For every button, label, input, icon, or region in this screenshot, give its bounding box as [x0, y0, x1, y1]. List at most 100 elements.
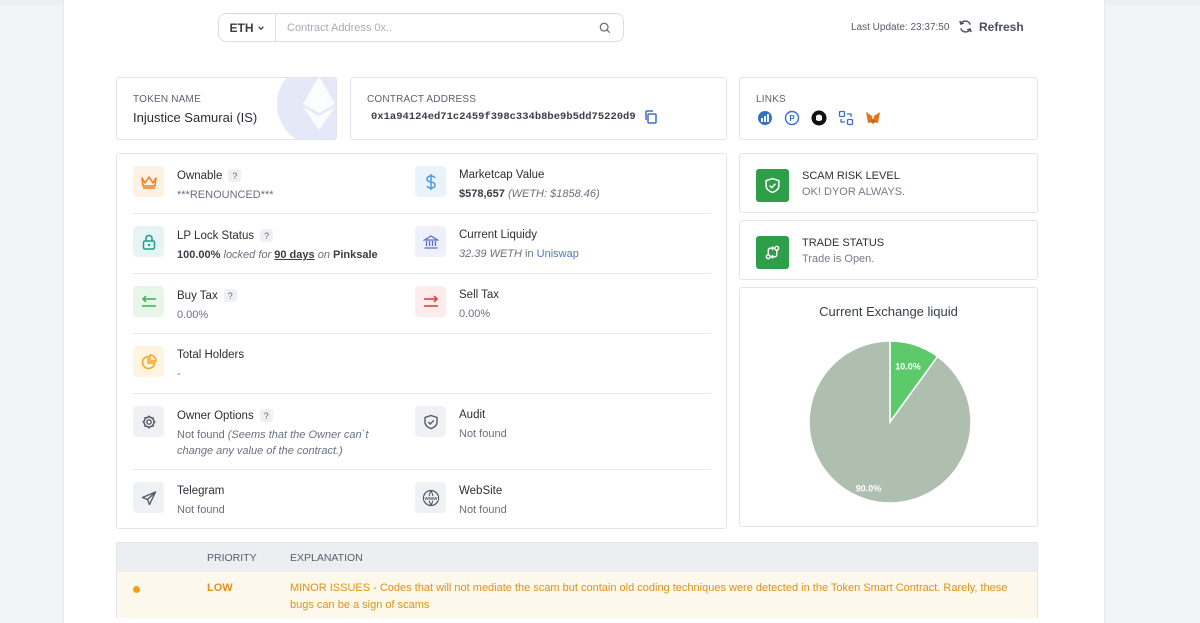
ownable-help-badge[interactable]: ? — [228, 169, 242, 182]
chain-selector[interactable]: ETH — [219, 14, 276, 41]
contract-search-input[interactable] — [276, 14, 587, 41]
priority-dot-icon — [133, 586, 140, 593]
search-bar: ETH — [218, 13, 624, 42]
arrow-right-icon — [415, 286, 446, 317]
last-update-text: Last Update: 23:37:50 — [851, 22, 950, 33]
pie-label-0: 10.0% — [895, 362, 921, 372]
website-title: WebSite — [459, 485, 503, 497]
token-name-caption: TOKEN NAME — [133, 94, 201, 105]
holders-title: Total Holders — [177, 349, 245, 361]
token-name-value: Injustice Samurai (IS) — [133, 110, 258, 125]
liquidity-in: in — [525, 248, 534, 260]
row-divider — [133, 213, 711, 214]
exchange-liquidity-card: Current Exchange liquid 10.0% 90.0% — [739, 287, 1038, 527]
contract-address-caption: CONTRACT ADDRESS — [367, 94, 477, 105]
arrow-left-icon — [133, 286, 164, 317]
priority-cell: LOW — [207, 582, 233, 594]
sell-tax-value: 0.00% — [459, 308, 491, 320]
buy-tax-value: 0.00% — [177, 309, 209, 321]
scam-risk-card: SCAM RISK LEVEL OK! DYOR ALWAYS. — [739, 153, 1038, 213]
telegram-item: Telegram Not found — [133, 482, 225, 518]
buy-tax-help-badge[interactable]: ? — [223, 289, 237, 302]
dollar-icon — [415, 166, 446, 197]
pie-slice-1[interactable] — [808, 340, 972, 504]
liquidity-title: Current Liquidy — [459, 229, 537, 241]
trade-status-card: TRADE STATUS Trade is Open. — [739, 220, 1038, 280]
table-header: PRIORITY EXPLANATION — [117, 543, 1037, 572]
pie-chart: 10.0% 90.0% — [808, 340, 972, 504]
row-divider — [133, 393, 711, 394]
sell-tax-item: Sell Tax 0.00% — [415, 286, 499, 322]
lp-lock-percent: 100.00% — [177, 249, 221, 261]
contract-address-card: CONTRACT ADDRESS 0x1a94124ed71c2459f398c… — [350, 77, 727, 140]
audit-title: Audit — [459, 409, 486, 421]
telegram-icon — [133, 482, 164, 513]
marketcap-item: Marketcap Value $578,657 (WETH: $1858.46… — [415, 166, 600, 202]
liquidity-dex-link[interactable]: Uniswap — [537, 248, 579, 260]
shield-check-icon — [415, 406, 446, 437]
trade-status-value: Trade is Open. — [802, 253, 875, 265]
svg-text:WWW: WWW — [424, 495, 438, 500]
telegram-title: Telegram — [177, 485, 225, 497]
swap-icon[interactable] — [837, 109, 854, 126]
pie-chart-icon — [133, 346, 164, 377]
github-icon[interactable] — [810, 109, 827, 126]
coingecko-icon[interactable] — [756, 109, 773, 126]
holders-item: Total Holders - — [133, 346, 244, 382]
buy-tax-title: Buy Tax — [177, 289, 218, 302]
table-row: LOW MINOR ISSUES - Codes that will not m… — [117, 572, 1037, 618]
owner-options-item: Owner Options? Not found (Seems that the… — [133, 406, 387, 459]
owner-options-help-badge[interactable]: ? — [259, 409, 273, 422]
crown-icon — [133, 166, 164, 197]
sell-tax-title: Sell Tax — [459, 289, 500, 301]
scam-risk-title: SCAM RISK LEVEL — [802, 170, 900, 182]
priority-header: PRIORITY — [207, 552, 257, 564]
ownable-value: ***RENOUNCED*** — [177, 189, 274, 201]
copy-icon — [645, 110, 657, 124]
buy-tax-item: Buy Tax? 0.00% — [133, 286, 237, 323]
row-divider — [133, 469, 711, 470]
refresh-button[interactable]: Refresh — [958, 19, 1024, 34]
copy-address-button[interactable] — [644, 110, 657, 129]
search-icon — [599, 22, 611, 33]
lp-lock-platform: Pinksale — [333, 249, 378, 261]
audit-value: Not found — [459, 428, 507, 440]
owner-options-title: Owner Options — [177, 409, 254, 422]
bank-icon — [415, 226, 446, 257]
git-compare-icon — [756, 236, 789, 269]
ethereum-watermark-icon — [277, 78, 336, 139]
gear-icon — [133, 406, 164, 437]
lp-lock-on: on — [317, 249, 330, 261]
owner-options-value: Not found — [177, 429, 225, 441]
refresh-icon — [959, 20, 972, 33]
lp-lock-help-badge[interactable]: ? — [260, 229, 274, 242]
marketcap-value: $578,657 — [459, 188, 505, 200]
ownable-item: Ownable? ***RENOUNCED*** — [133, 166, 274, 203]
row-divider — [133, 273, 711, 274]
website-item: WWW WebSite Not found — [415, 482, 507, 518]
metamask-icon[interactable] — [864, 109, 881, 126]
globe-www-icon: WWW — [415, 482, 446, 513]
lp-lock-title: LP Lock Status — [177, 229, 255, 242]
chain-label: ETH — [229, 20, 254, 35]
search-button[interactable] — [587, 14, 623, 41]
scam-risk-value: OK! DYOR ALWAYS. — [802, 186, 906, 198]
audit-item: Audit Not found — [415, 406, 507, 442]
holders-value: - — [177, 368, 181, 380]
explanation-header: EXPLANATION — [290, 552, 363, 564]
contract-address-value[interactable]: 0x1a94124ed71c2459f398c334b8be9b5dd75220… — [371, 111, 636, 123]
chevron-down-icon — [257, 25, 264, 30]
issues-table: PRIORITY EXPLANATION LOW MINOR ISSUES - … — [116, 542, 1038, 618]
lp-lock-item: LP Lock Status? 100.00% locked for 90 da… — [133, 226, 378, 263]
explanation-cell: MINOR ISSUES - Codes that will not media… — [290, 582, 1008, 611]
row-divider — [133, 333, 711, 334]
website-value: Not found — [459, 504, 507, 516]
token-info-card: Ownable? ***RENOUNCED*** Marketcap Value… — [116, 153, 727, 529]
trade-status-title: TRADE STATUS — [802, 237, 885, 249]
token-name-card: TOKEN NAME Injustice Samurai (IS) — [116, 77, 337, 140]
poocoin-icon[interactable]: P — [783, 109, 800, 126]
link-icons: P — [756, 109, 881, 126]
marketcap-weth-note: (WETH: $1858.46) — [507, 188, 600, 200]
lock-icon — [133, 226, 164, 257]
links-card: LINKS P — [739, 77, 1038, 140]
